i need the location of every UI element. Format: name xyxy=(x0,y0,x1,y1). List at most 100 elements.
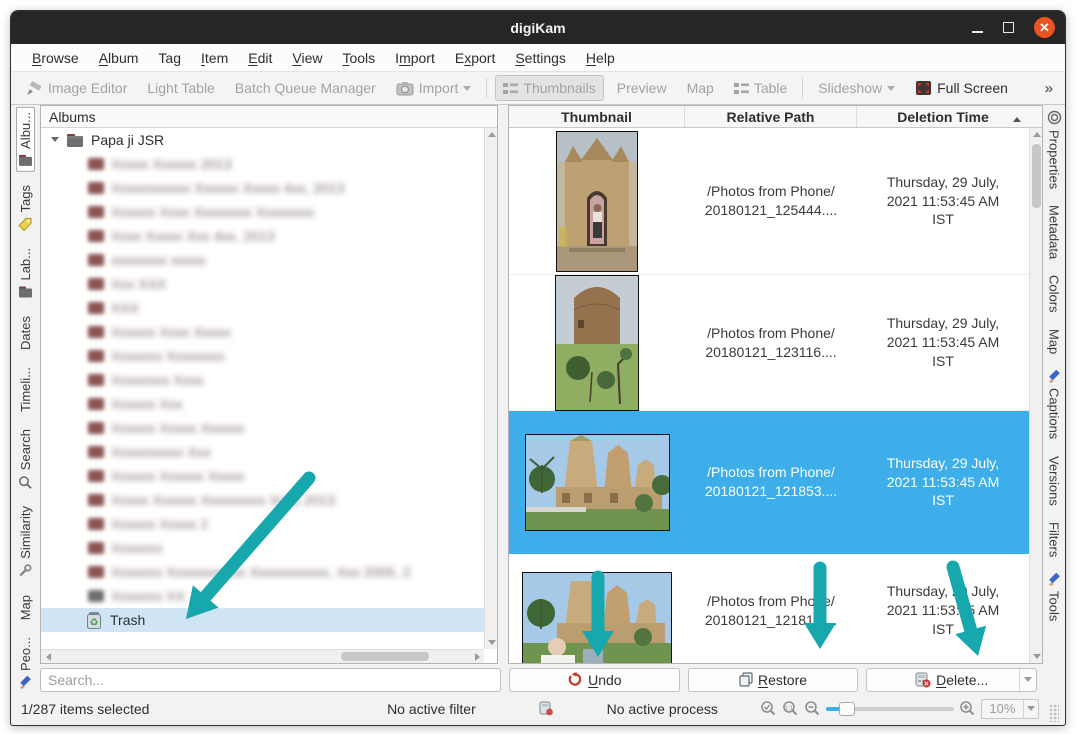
menu-tools[interactable]: Tools xyxy=(333,47,384,69)
menu-help[interactable]: Help xyxy=(577,47,624,69)
sidebar-tab-dates[interactable]: Dates xyxy=(17,312,34,354)
albums-vertical-scrollbar[interactable] xyxy=(484,128,497,649)
sidebar-tab-timeline[interactable]: Timeli... xyxy=(17,363,34,416)
scrollbar-thumb[interactable] xyxy=(341,652,429,661)
maximize-icon[interactable] xyxy=(1003,22,1014,33)
map-view-button[interactable]: Map xyxy=(680,76,721,100)
sidebar-tab-properties[interactable]: Properties xyxy=(1047,107,1062,192)
scroll-left-icon[interactable] xyxy=(41,650,55,663)
scroll-up-icon[interactable] xyxy=(485,128,497,141)
table-vertical-scrollbar[interactable] xyxy=(1029,128,1042,663)
sidebar-tab-colors[interactable]: Colors xyxy=(1047,272,1062,316)
undo-button[interactable]: Undo xyxy=(509,668,680,692)
image-editor-button[interactable]: Image Editor xyxy=(19,76,134,100)
delete-button[interactable]: ✕ Delete... xyxy=(866,668,1037,692)
album-tree-item-blurred[interactable]: Xxxx Xxxxx Xxx 4xx, 2013 xyxy=(41,224,484,248)
table-row[interactable]: /Photos from Phone/20180121_125444.... T… xyxy=(509,128,1029,275)
table-view-button[interactable]: Table xyxy=(727,76,794,100)
expander-icon[interactable] xyxy=(51,137,59,146)
scroll-down-icon[interactable] xyxy=(485,636,497,649)
delete-dropdown-button[interactable] xyxy=(1019,669,1036,691)
album-tree-item-blurred[interactable]: XXX xyxy=(41,296,484,320)
album-tree-item-trash[interactable]: ♻ Trash xyxy=(41,608,484,632)
sidebar-tab-tools[interactable]: Tools xyxy=(1047,570,1062,624)
zoom-percent-combo[interactable]: 10% xyxy=(981,699,1039,719)
full-screen-button[interactable]: Full Screen xyxy=(908,76,1015,100)
light-table-button[interactable]: Light Table xyxy=(140,76,221,100)
sidebar-tab-search[interactable]: Search xyxy=(17,425,34,493)
album-tree-item-root[interactable]: Papa ji JSR xyxy=(41,128,484,152)
menu-settings[interactable]: Settings xyxy=(506,47,575,69)
album-tree-item-blurred[interactable]: xxxxxxxx xxxxx xyxy=(41,248,484,272)
import-button[interactable]: Import xyxy=(389,76,479,100)
zoom-slider[interactable] xyxy=(826,702,954,716)
albums-horizontal-scrollbar[interactable] xyxy=(41,649,484,663)
sidebar-tab-map[interactable]: Map xyxy=(1047,326,1062,357)
sidebar-tab-tags[interactable]: Tags xyxy=(17,181,34,235)
preview-button[interactable]: Preview xyxy=(610,76,674,100)
search-input[interactable]: Search... xyxy=(40,668,501,692)
album-tree-item-blurred[interactable]: Xxxxxx Xxx xyxy=(41,392,484,416)
album-tree-item-blurred[interactable]: Xxxxxxxxxx Xxx xyxy=(41,440,484,464)
resize-grip[interactable] xyxy=(1049,704,1059,722)
album-tree-item-blurred[interactable]: Xxxxxx Xxxx Xxxxxxxx Xxxxxxxx xyxy=(41,200,484,224)
zoom-fit-icon[interactable] xyxy=(760,700,777,717)
menu-tag[interactable]: Tag xyxy=(149,47,190,69)
menu-export[interactable]: Export xyxy=(446,47,504,69)
album-tree-item-blurred[interactable]: Xxxxxxx xyxy=(41,536,484,560)
album-tree-item-blurred[interactable]: Xxxxx Xxxxxx 2013 xyxy=(41,152,484,176)
menu-import[interactable]: Import xyxy=(386,47,444,69)
toolbar-overflow-button[interactable]: » xyxy=(1045,80,1057,97)
zoom-in-icon[interactable] xyxy=(959,700,976,717)
zoom-actual-size-icon[interactable]: 1:1 xyxy=(782,700,799,717)
minimize-icon[interactable] xyxy=(972,31,983,33)
sidebar-tab-labels[interactable]: Lab... xyxy=(17,244,34,303)
titlebar[interactable]: digiKam ✕ xyxy=(11,11,1065,44)
menu-item[interactable]: Item xyxy=(192,47,237,69)
sidebar-tab-albums[interactable]: Albu... xyxy=(16,107,35,172)
scrollbar-thumb[interactable] xyxy=(1032,144,1041,208)
column-header-relative-path[interactable]: Relative Path xyxy=(685,106,857,127)
album-tree-item-blurred[interactable]: Xxxxxx Xxxxxx Xxxxx xyxy=(41,464,484,488)
album-tree-item-blurred[interactable]: Xxx XXX xyxy=(41,272,484,296)
album-tree-item-blurred[interactable]: Xxxxxxx Xxxxxxxxxxx Xxxxxxxxxxx, Xxx 200… xyxy=(41,560,484,584)
table-row[interactable]: /Photos from Phone/20180121_123116.... T… xyxy=(509,275,1029,411)
menu-album[interactable]: Album xyxy=(90,47,148,69)
album-tree-item-blurred[interactable]: Xxxxx Xxxxxx Xxxxxxxxx Xxxx 2013 xyxy=(41,488,484,512)
album-tree-item-blurred[interactable]: Xxxxxxxx Xxxx xyxy=(41,368,484,392)
scroll-down-icon[interactable] xyxy=(1030,650,1043,663)
slider-handle[interactable] xyxy=(839,702,855,716)
sidebar-tab-people[interactable]: Peo... xyxy=(17,633,34,693)
sidebar-tab-filters[interactable]: Filters xyxy=(1047,519,1062,560)
slideshow-button[interactable]: Slideshow xyxy=(811,76,902,100)
album-tree-item-blurred[interactable]: Xxxxxxx Xxxxxxxx xyxy=(41,344,484,368)
album-tree-item-blurred[interactable]: Xxxxxx Xxxxx Xxxxxx xyxy=(41,416,484,440)
sidebar-tab-captions[interactable]: Captions xyxy=(1047,367,1062,442)
menu-browse[interactable]: Browse xyxy=(23,47,88,69)
sidebar-tab-versions[interactable]: Versions xyxy=(1047,453,1062,509)
filter-indicator-icon[interactable] xyxy=(530,701,564,716)
zoom-out-icon[interactable] xyxy=(804,700,821,717)
panel-splitter[interactable] xyxy=(498,105,508,664)
scroll-up-icon[interactable] xyxy=(1030,128,1043,141)
table-row[interactable]: /Photos from Phone/20180121_121853.... T… xyxy=(509,411,1029,554)
sidebar-tab-metadata[interactable]: Metadata xyxy=(1047,202,1062,262)
folder-icon xyxy=(88,566,104,578)
album-tree-item-blurred[interactable]: Xxxxxx Xxxx Xxxxx xyxy=(41,320,484,344)
restore-button[interactable]: Restore xyxy=(688,668,859,692)
sidebar-tab-map[interactable]: Map xyxy=(17,591,34,624)
thumbnails-view-button[interactable]: Thumbnails xyxy=(495,75,603,101)
column-header-thumbnail[interactable]: Thumbnail xyxy=(509,106,685,127)
close-icon[interactable]: ✕ xyxy=(1034,17,1055,38)
scroll-right-icon[interactable] xyxy=(470,650,484,663)
sidebar-tab-similarity[interactable]: Similarity xyxy=(17,502,34,582)
album-tree-item-blurred[interactable]: Xxxxxxx XX xyxy=(41,584,484,608)
albums-tree: Papa ji JSR Xxxxx Xxxxxx 2013 Xxxxxxxxxx… xyxy=(41,128,497,663)
menu-edit[interactable]: Edit xyxy=(239,47,281,69)
batch-queue-manager-button[interactable]: Batch Queue Manager xyxy=(228,76,383,100)
column-header-deletion-time[interactable]: Deletion Time xyxy=(857,106,1029,127)
album-tree-item-blurred[interactable]: Xxxxxx Xxxxx 2 xyxy=(41,512,484,536)
table-row[interactable]: /Photos from Phone/20180121_121818.... T… xyxy=(509,554,1029,663)
menu-view[interactable]: View xyxy=(283,47,331,69)
album-tree-item-blurred[interactable]: Xxxxxxxxxxx Xxxxxx Xxxxx 4xx, 2013 xyxy=(41,176,484,200)
